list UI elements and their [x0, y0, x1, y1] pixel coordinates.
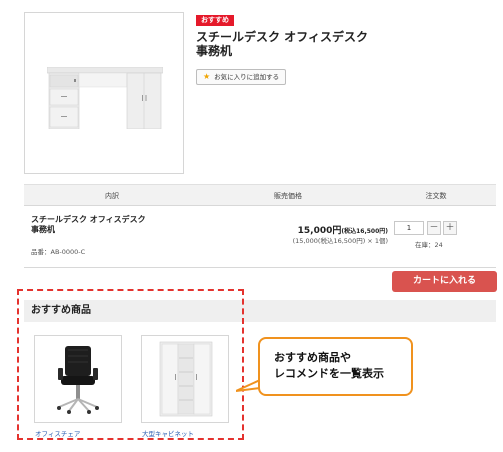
recommend-item-chair-label[interactable]: オフィスチェア	[35, 428, 80, 438]
header-breakdown: 内訳	[105, 192, 119, 200]
add-to-cart-button[interactable]: カートに入れる	[392, 271, 497, 292]
star-icon: ★	[203, 72, 211, 81]
order-table: 内訳 販売価格 注文数 スチールデスク オフィスデスク 事務机 品番：AB-00…	[24, 184, 496, 268]
item-code: 品番：AB-0000-C	[31, 248, 86, 256]
item-name: スチールデスク オフィスデスク 事務机	[31, 215, 191, 235]
add-favorite-button[interactable]: ★ お気に入りに追加する	[196, 69, 287, 85]
item-price-tax: (税込16,500円)	[341, 228, 388, 235]
quantity-minus-button[interactable]: －	[427, 221, 441, 235]
desk-illustration	[47, 67, 163, 129]
product-title: スチールデスク オフィスデスク 事務机	[196, 30, 416, 58]
recommend-badge: おすすめ	[196, 15, 234, 26]
item-name-line2: 事務机	[31, 225, 55, 234]
callout-line2: レコメンドを一覧表示	[274, 367, 384, 380]
recommend-item-chair[interactable]	[34, 335, 122, 423]
product-image	[24, 12, 184, 174]
header-price: 販売価格	[274, 192, 302, 200]
add-favorite-label: お気に入りに追加する	[214, 73, 280, 81]
office-chair-image	[57, 346, 99, 414]
callout-annotation: おすすめ商品や レコメンドを一覧表示	[258, 337, 413, 396]
stock-count: 在庫：24	[415, 241, 443, 249]
item-price-detail: (15,000(税込16,500円) × 1個)	[292, 237, 388, 245]
order-table-header: 内訳 販売価格 注文数	[24, 184, 496, 206]
callout-line1: おすすめ商品や	[274, 351, 351, 364]
item-name-line1: スチールデスク オフィスデスク	[31, 215, 146, 224]
recommend-item-cabinet-label[interactable]: 大型キャビネット	[142, 428, 194, 438]
product-title-line2: 事務机	[196, 44, 233, 58]
recommend-item-cabinet[interactable]	[141, 335, 229, 423]
quantity-plus-button[interactable]: ＋	[443, 221, 457, 235]
cabinet-image	[159, 341, 213, 417]
quantity-input[interactable]: 1	[394, 221, 424, 235]
product-title-line1: スチールデスク オフィスデスク	[196, 30, 368, 44]
order-table-row: スチールデスク オフィスデスク 事務机 品番：AB-0000-C 15,000円…	[24, 206, 496, 268]
header-quantity: 注文数	[425, 192, 447, 200]
